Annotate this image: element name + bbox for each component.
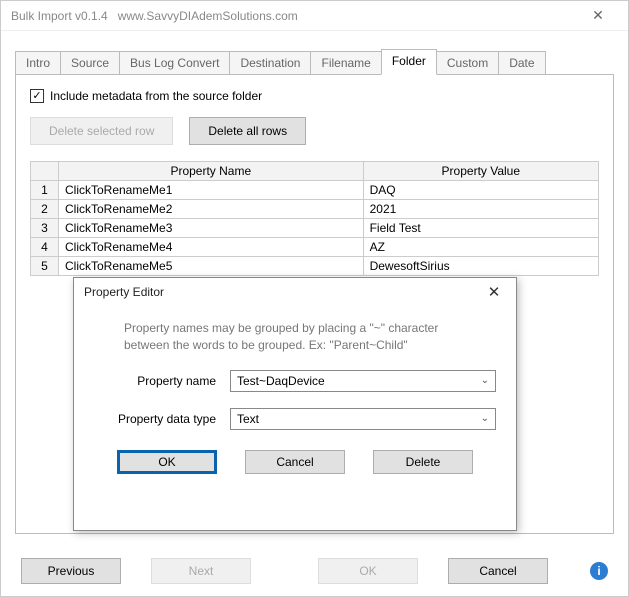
ok-button[interactable]: OK bbox=[318, 558, 418, 584]
property-name-label: Property name bbox=[94, 374, 230, 388]
property-type-value: Text bbox=[237, 412, 259, 426]
cell-value[interactable]: Field Test bbox=[363, 219, 598, 238]
table-row[interactable]: 3 ClickToRenameMe3 Field Test bbox=[31, 219, 599, 238]
table-row[interactable]: 1 ClickToRenameMe1 DAQ bbox=[31, 181, 599, 200]
cell-name[interactable]: ClickToRenameMe5 bbox=[59, 257, 364, 276]
tab-custom[interactable]: Custom bbox=[436, 51, 499, 75]
dialog-cancel-button[interactable]: Cancel bbox=[245, 450, 345, 474]
tabstrip: Intro Source Bus Log Convert Destination… bbox=[15, 49, 614, 75]
row-num: 4 bbox=[31, 238, 59, 257]
cell-name[interactable]: ClickToRenameMe1 bbox=[59, 181, 364, 200]
row-num: 3 bbox=[31, 219, 59, 238]
hint-line1: Property names may be grouped by placing… bbox=[124, 321, 438, 335]
next-button[interactable]: Next bbox=[151, 558, 251, 584]
tab-filename[interactable]: Filename bbox=[310, 51, 381, 75]
app-window: Bulk Import v0.1.4 www.SavvyDIAdemSoluti… bbox=[0, 0, 629, 597]
property-name-value: Test~DaqDevice bbox=[237, 374, 325, 388]
dialog-titlebar: Property Editor ✕ bbox=[74, 278, 516, 306]
dialog-button-row: OK Cancel Delete bbox=[74, 438, 516, 486]
previous-button[interactable]: Previous bbox=[21, 558, 121, 584]
table-row[interactable]: 4 ClickToRenameMe4 AZ bbox=[31, 238, 599, 257]
include-metadata-row: ✓ Include metadata from the source folde… bbox=[30, 89, 599, 103]
row-num: 2 bbox=[31, 200, 59, 219]
property-type-combo[interactable]: Text ⌄ bbox=[230, 408, 496, 430]
tab-folder[interactable]: Folder bbox=[381, 49, 437, 75]
tab-date[interactable]: Date bbox=[498, 51, 545, 75]
cell-value[interactable]: DAQ bbox=[363, 181, 598, 200]
cell-value[interactable]: DewesoftSirius bbox=[363, 257, 598, 276]
property-type-label: Property data type bbox=[94, 412, 230, 426]
info-icon[interactable]: i bbox=[590, 562, 608, 580]
delete-all-button[interactable]: Delete all rows bbox=[189, 117, 306, 145]
cell-name[interactable]: ClickToRenameMe4 bbox=[59, 238, 364, 257]
window-title: Bulk Import v0.1.4 bbox=[11, 9, 108, 23]
button-row: Delete selected row Delete all rows bbox=[30, 117, 599, 145]
grid-corner bbox=[31, 162, 59, 181]
col-property-name: Property Name bbox=[59, 162, 364, 181]
tab-buslog[interactable]: Bus Log Convert bbox=[119, 51, 230, 75]
chevron-down-icon: ⌄ bbox=[481, 375, 489, 386]
row-num: 1 bbox=[31, 181, 59, 200]
dialog-delete-button[interactable]: Delete bbox=[373, 450, 473, 474]
row-num: 5 bbox=[31, 257, 59, 276]
hint-line2: between the words to be grouped. Ex: "Pa… bbox=[124, 338, 408, 352]
dialog-close-icon[interactable]: ✕ bbox=[482, 283, 506, 301]
property-name-combo[interactable]: Test~DaqDevice ⌄ bbox=[230, 370, 496, 392]
table-row[interactable]: 2 ClickToRenameMe2 2021 bbox=[31, 200, 599, 219]
table-row[interactable]: 5 ClickToRenameMe5 DewesoftSirius bbox=[31, 257, 599, 276]
cell-value[interactable]: AZ bbox=[363, 238, 598, 257]
wizard-bottom-bar: Previous Next OK Cancel i bbox=[21, 558, 608, 584]
cell-name[interactable]: ClickToRenameMe3 bbox=[59, 219, 364, 238]
property-editor-dialog: Property Editor ✕ Property names may be … bbox=[73, 277, 517, 531]
cancel-button[interactable]: Cancel bbox=[448, 558, 548, 584]
property-name-row: Property name Test~DaqDevice ⌄ bbox=[74, 362, 516, 400]
col-property-value: Property Value bbox=[363, 162, 598, 181]
property-type-row: Property data type Text ⌄ bbox=[74, 400, 516, 438]
window-url: www.SavvyDIAdemSolutions.com bbox=[118, 9, 578, 23]
include-metadata-checkbox[interactable]: ✓ bbox=[30, 89, 44, 103]
tab-destination[interactable]: Destination bbox=[229, 51, 311, 75]
tab-intro[interactable]: Intro bbox=[15, 51, 61, 75]
delete-selected-button[interactable]: Delete selected row bbox=[30, 117, 173, 145]
check-icon: ✓ bbox=[32, 91, 41, 102]
properties-grid: Property Name Property Value 1 ClickToRe… bbox=[30, 161, 599, 276]
dialog-title: Property Editor bbox=[84, 285, 164, 299]
titlebar: Bulk Import v0.1.4 www.SavvyDIAdemSoluti… bbox=[1, 1, 628, 31]
dialog-hint: Property names may be grouped by placing… bbox=[74, 306, 516, 362]
chevron-down-icon: ⌄ bbox=[481, 413, 489, 424]
cell-name[interactable]: ClickToRenameMe2 bbox=[59, 200, 364, 219]
cell-value[interactable]: 2021 bbox=[363, 200, 598, 219]
include-metadata-label: Include metadata from the source folder bbox=[50, 89, 262, 103]
dialog-ok-button[interactable]: OK bbox=[117, 450, 217, 474]
window-close-icon[interactable]: ✕ bbox=[578, 7, 618, 24]
tab-source[interactable]: Source bbox=[60, 51, 120, 75]
